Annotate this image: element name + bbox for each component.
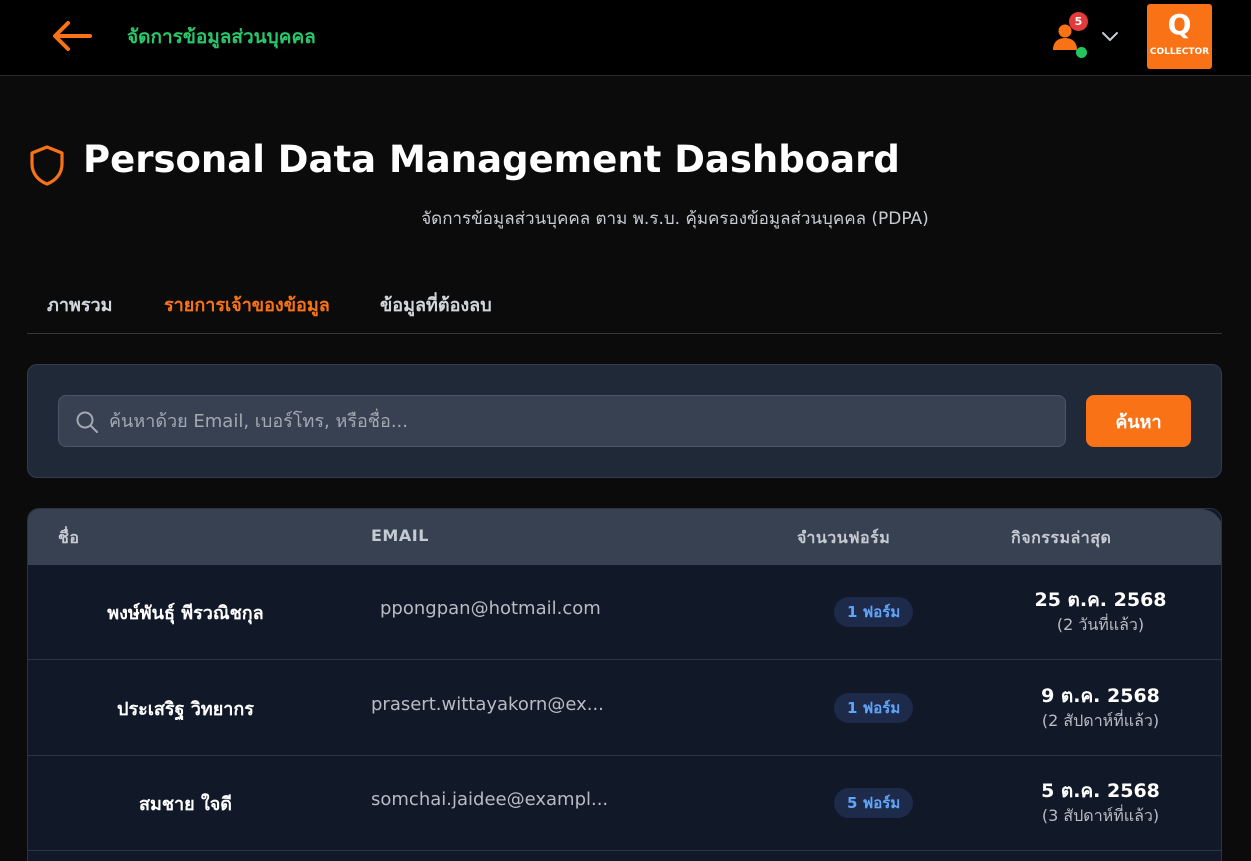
tab-data-to-delete[interactable]: ข้อมูลที่ต้องลบ	[380, 290, 492, 319]
row-email: somchai.jaidee@exampl...	[371, 789, 609, 810]
table-row[interactable]: สมชาย ใจดี somchai.jaidee@exampl... 5 ฟอ…	[28, 756, 1221, 851]
column-header-name: ชื่อ	[58, 528, 80, 547]
page-subtitle-wrap: จัดการข้อมูลส่วนบุคคล ตาม พ.ร.บ. คุ้มครอ…	[0, 205, 1251, 232]
account-dropdown-toggle[interactable]	[1100, 27, 1120, 47]
q-collector-logo[interactable]: Q COLLECTOR	[1147, 4, 1212, 69]
table-row[interactable]: ประเสริฐ วิทยากร prasert.wittayakorn@ex.…	[28, 661, 1221, 756]
page-subtitle: จัดการข้อมูลส่วนบุคคล ตาม พ.ร.บ. คุ้มครอ…	[421, 209, 929, 229]
page-title: Personal Data Management Dashboard	[83, 138, 900, 181]
form-count-badge: 5 ฟอร์ม	[834, 788, 914, 818]
search-input[interactable]	[109, 396, 1059, 446]
row-name: สมชาย ใจดี	[138, 794, 232, 815]
tab-data-subjects[interactable]: รายการเจ้าของข้อมูล	[164, 290, 330, 319]
logo-text: COLLECTOR	[1149, 47, 1210, 57]
row-name: ประเสริฐ วิทยากร	[117, 699, 254, 720]
row-email: prasert.wittayakorn@ex...	[371, 694, 604, 715]
tab-overview[interactable]: ภาพรวม	[47, 290, 112, 319]
back-button[interactable]	[50, 18, 94, 54]
row-name: พงษ์พันธุ์ พีรวณิชกุล	[107, 603, 264, 624]
column-header-email: EMAIL	[371, 526, 429, 545]
shield-icon	[30, 145, 64, 186]
data-subjects-table: ชื่อ EMAIL จำนวนฟอร์ม กิจกรรมล่าสุด พงษ์…	[27, 508, 1222, 861]
logo-letter: Q	[1167, 8, 1192, 41]
chevron-down-icon	[1102, 32, 1118, 41]
row-last-activity-date: 25 ต.ค. 2568	[1034, 589, 1167, 611]
top-bar: จัดการข้อมูลส่วนบุคคล 5 Q COLLECTOR	[0, 0, 1251, 76]
search-icon	[76, 411, 98, 433]
row-last-activity-date: 9 ต.ค. 2568	[1041, 685, 1160, 707]
form-count-badge: 1 ฟอร์ม	[834, 693, 914, 723]
search-panel: ค้นหา	[27, 364, 1222, 478]
form-count-badge: 1 ฟอร์ม	[834, 597, 914, 627]
user-menu-button[interactable]: 5	[1052, 12, 1092, 58]
online-status-dot	[1076, 47, 1087, 58]
column-header-form-count: จำนวนฟอร์ม	[797, 528, 891, 547]
tab-bar: ภาพรวม รายการเจ้าของข้อมูล ข้อมูลที่ต้อง…	[27, 280, 1222, 334]
search-button[interactable]: ค้นหา	[1086, 395, 1191, 447]
search-box	[58, 395, 1066, 447]
table-row[interactable]: พงษ์พันธุ์ พีรวณิชกุล ppongpan@hotmail.c…	[28, 565, 1221, 660]
row-last-activity-relative: (3 สัปดาห์ที่แล้ว)	[1041, 806, 1160, 825]
column-header-last-activity: กิจกรรมล่าสุด	[1011, 528, 1112, 547]
row-email: ppongpan@hotmail.com	[380, 598, 601, 619]
table-header: ชื่อ EMAIL จำนวนฟอร์ม กิจกรรมล่าสุด	[28, 509, 1221, 565]
row-last-activity-date: 5 ต.ค. 2568	[1041, 780, 1160, 802]
row-last-activity-relative: (2 วันที่แล้ว)	[1056, 615, 1145, 634]
notification-badge: 5	[1069, 12, 1088, 31]
row-last-activity-relative: (2 สัปดาห์ที่แล้ว)	[1041, 711, 1160, 730]
top-bar-title: จัดการข้อมูลส่วนบุคคล	[127, 26, 316, 48]
arrow-left-icon	[53, 21, 92, 51]
